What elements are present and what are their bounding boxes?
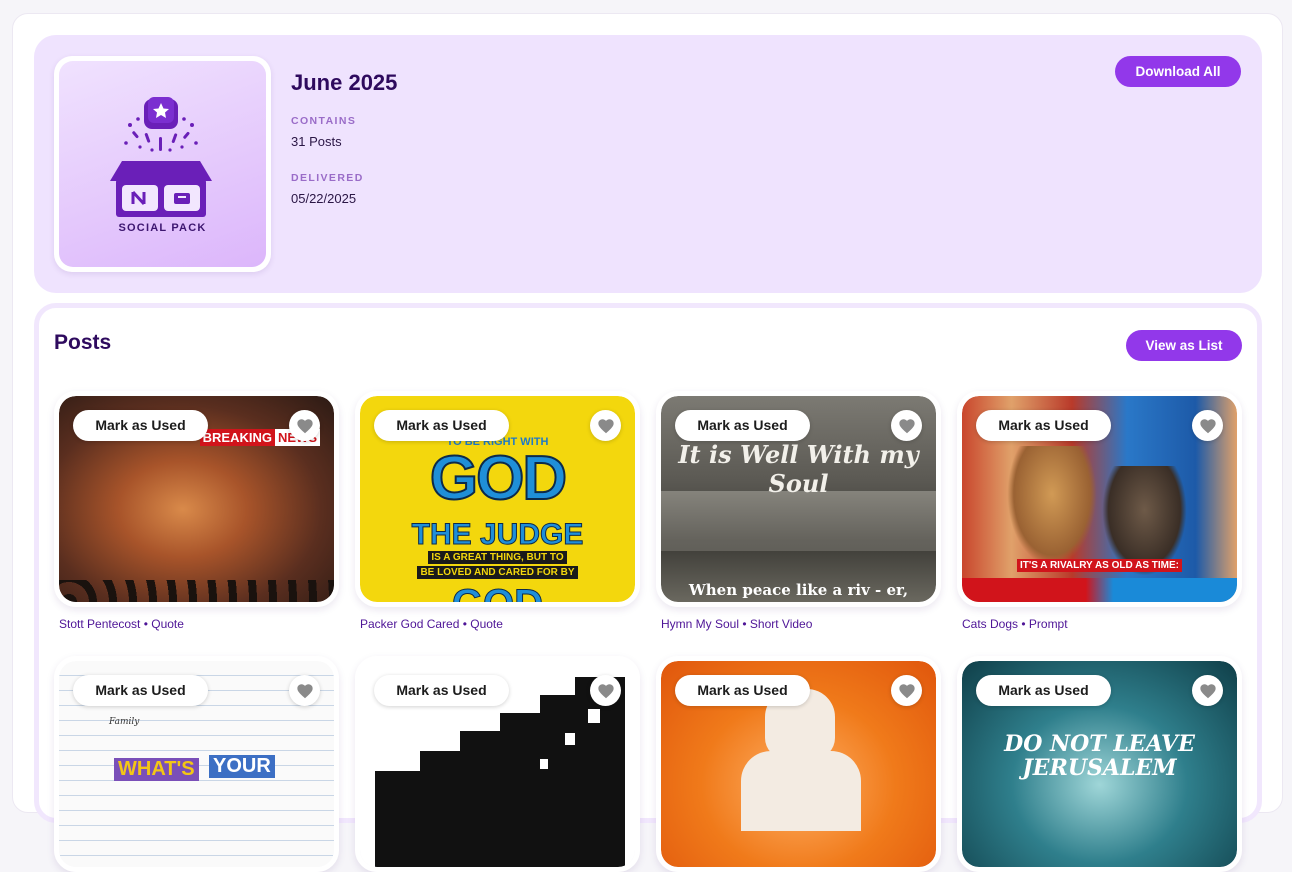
post-thumbnail[interactable]: It is Well With my Soul When peace like … — [656, 391, 941, 607]
heart-icon — [898, 683, 915, 698]
heart-icon — [1199, 683, 1216, 698]
post-thumbnail[interactable]: TO BE RIGHT WITH GOD THE JUDGE IS A GREA… — [355, 391, 640, 607]
mark-as-used-button[interactable]: Mark as Used — [675, 675, 810, 706]
art-text: It is Well With my Soul — [678, 440, 919, 498]
post-thumbnail[interactable]: BREAKINGNEWS Mark as Used — [54, 391, 339, 607]
mark-as-used-button[interactable]: Mark as Used — [675, 410, 810, 441]
art-text-line: IT'S A RIVALRY AS OLD AS TIME: — [962, 559, 1237, 572]
pack-cover-art: SOCIAL PACK — [59, 61, 266, 267]
mark-as-used-button[interactable]: Mark as Used — [73, 410, 208, 441]
post-thumbnail[interactable]: IT'S A RIVALRY AS OLD AS TIME: Mark as U… — [957, 391, 1242, 607]
posts-section: Posts View as List BREAKINGNEWS Mark as … — [34, 303, 1262, 872]
art-text: THE JUDGE — [411, 518, 584, 552]
favorite-button[interactable] — [891, 410, 922, 441]
download-all-button[interactable]: Download All — [1115, 56, 1241, 87]
art-text-line: BE LOVED AND CARED FOR BY — [360, 566, 635, 579]
post-caption: Hymn My Soul • Short Video — [661, 617, 813, 631]
art-text: BREAKING — [199, 429, 275, 446]
view-as-list-button[interactable]: View as List — [1126, 330, 1242, 361]
posts-heading: Posts — [54, 331, 112, 354]
art-text: JERUSALEM — [1022, 755, 1177, 781]
mark-as-used-button[interactable]: Mark as Used — [73, 675, 208, 706]
mark-as-used-button[interactable]: Mark as Used — [976, 410, 1111, 441]
heart-icon — [296, 418, 313, 433]
post-thumbnail[interactable]: Family WHAT'S YOUR Mark as Used — [54, 656, 339, 872]
post-thumbnail[interactable]: DO NOT LEAVE JERUSALEM Mark as Used — [957, 656, 1242, 872]
post-thumbnail[interactable]: Mark as Used — [656, 656, 941, 872]
pack-header: SOCIAL PACK June 2025 CONTAINS 31 Posts … — [34, 35, 1262, 293]
art-text: GOD — [360, 582, 635, 603]
art-text: GOD — [429, 444, 568, 513]
mark-as-used-button[interactable]: Mark as Used — [374, 410, 509, 441]
heart-icon — [597, 683, 614, 698]
gift-box-icon — [110, 97, 212, 217]
art-text: DO NOT LEAVE — [1004, 731, 1195, 757]
delivered-value: 05/22/2025 — [291, 191, 357, 206]
favorite-button[interactable] — [289, 410, 320, 441]
heart-icon — [597, 418, 614, 433]
mark-as-used-button[interactable]: Mark as Used — [976, 675, 1111, 706]
heart-icon — [296, 683, 313, 698]
pack-cover: SOCIAL PACK — [54, 56, 271, 272]
favorite-button[interactable] — [289, 675, 320, 706]
mark-as-used-button[interactable]: Mark as Used — [374, 675, 509, 706]
favorite-button[interactable] — [891, 675, 922, 706]
favorite-button[interactable] — [1192, 410, 1223, 441]
post-caption: Stott Pentecost • Quote — [59, 617, 184, 631]
contains-label: CONTAINS — [291, 115, 357, 127]
favorite-button[interactable] — [1192, 675, 1223, 706]
art-text: WHAT'S — [114, 758, 199, 781]
delivered-label: DELIVERED — [291, 172, 364, 184]
favorite-button[interactable] — [590, 675, 621, 706]
contains-value: 31 Posts — [291, 134, 342, 149]
heart-icon — [898, 418, 915, 433]
pack-title: June 2025 — [291, 70, 398, 95]
art-text: When peace like a riv - er, — [688, 581, 909, 599]
art-text: Family — [109, 717, 140, 727]
heart-icon — [1199, 418, 1216, 433]
favorite-button[interactable] — [590, 410, 621, 441]
pack-cover-label: SOCIAL PACK — [118, 222, 207, 234]
art-text-line: IS A GREAT THING, BUT TO — [360, 551, 635, 564]
post-caption: Packer God Cared • Quote — [360, 617, 503, 631]
post-thumbnail[interactable]: Mark as Used — [355, 656, 640, 872]
post-caption: Cats Dogs • Prompt — [962, 617, 1068, 631]
